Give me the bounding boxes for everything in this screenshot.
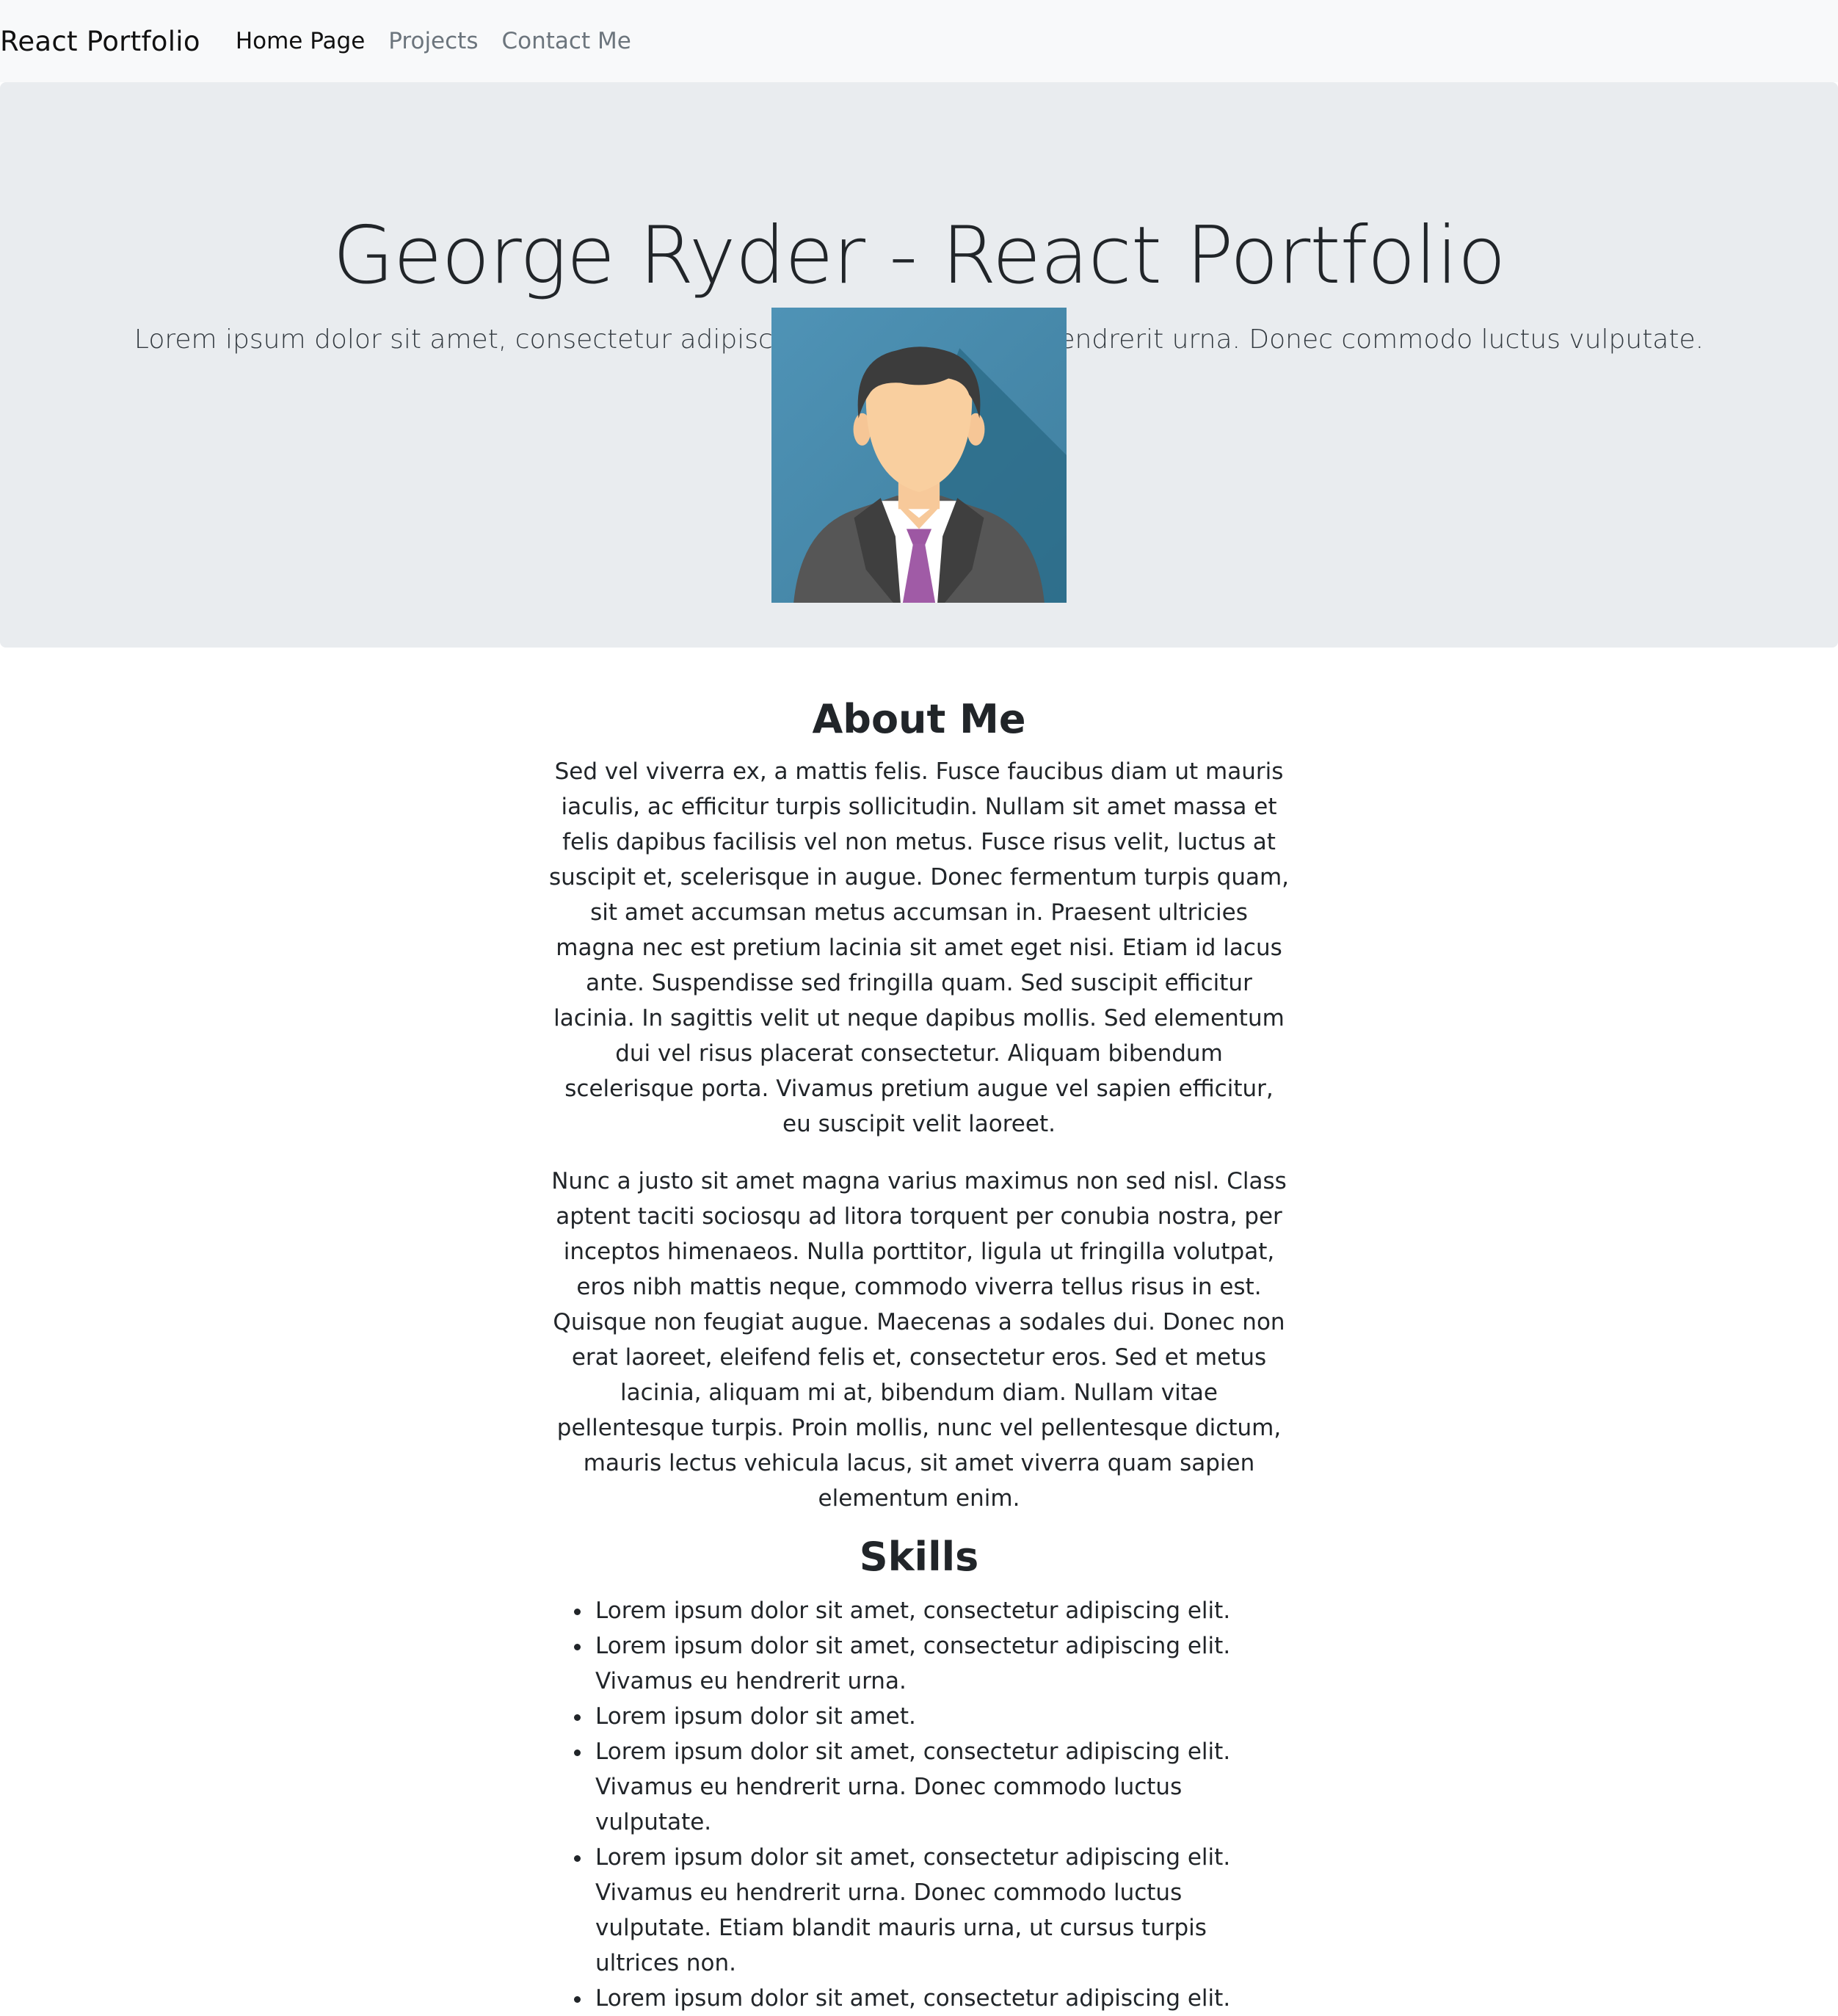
skills-list-item: Lorem ipsum dolor sit amet, consectetur … (592, 1593, 1290, 1628)
navbar: React Portfolio Home Page Projects Conta… (0, 0, 1838, 82)
skills-list: Lorem ipsum dolor sit amet, consectetur … (548, 1593, 1290, 2016)
about-paragraph-2: Nunc a justo sit amet magna varius maxim… (551, 1167, 1287, 1512)
skills-section: Skills Lorem ipsum dolor sit amet, conse… (548, 1534, 1290, 2016)
nav-links: Home Page Projects Contact Me (236, 28, 631, 54)
about-section: About Me Sed vel viverra ex, a mattis fe… (548, 648, 1290, 1516)
hero-jumbotron: George Ryder - React Portfolio Lorem ips… (0, 82, 1838, 648)
nav-link-contact-me[interactable]: Contact Me (501, 28, 631, 54)
skills-list-item: Lorem ipsum dolor sit amet, consectetur … (592, 1734, 1290, 1840)
skills-list-item: Lorem ipsum dolor sit amet, consectetur … (592, 1840, 1290, 1981)
hero-title: George Ryder - React Portfolio (333, 210, 1506, 302)
skills-list-item: Lorem ipsum dolor sit amet. (592, 1699, 1290, 1734)
navbar-brand-link[interactable]: React Portfolio (0, 26, 200, 57)
skills-heading: Skills (859, 1533, 979, 1580)
main-content: About Me Sed vel viverra ex, a mattis fe… (548, 648, 1290, 2016)
nav-link-home-page[interactable]: Home Page (236, 28, 365, 54)
skills-list-item: Lorem ipsum dolor sit amet, consectetur … (592, 1628, 1290, 1699)
nav-link-projects[interactable]: Projects (388, 28, 478, 54)
about-heading: About Me (812, 696, 1026, 742)
skills-list-item: Lorem ipsum dolor sit amet, consectetur … (592, 1981, 1290, 2016)
about-paragraph-1: Sed vel viverra ex, a mattis felis. Fusc… (548, 758, 1290, 1137)
businessman-avatar-icon (771, 308, 1067, 603)
